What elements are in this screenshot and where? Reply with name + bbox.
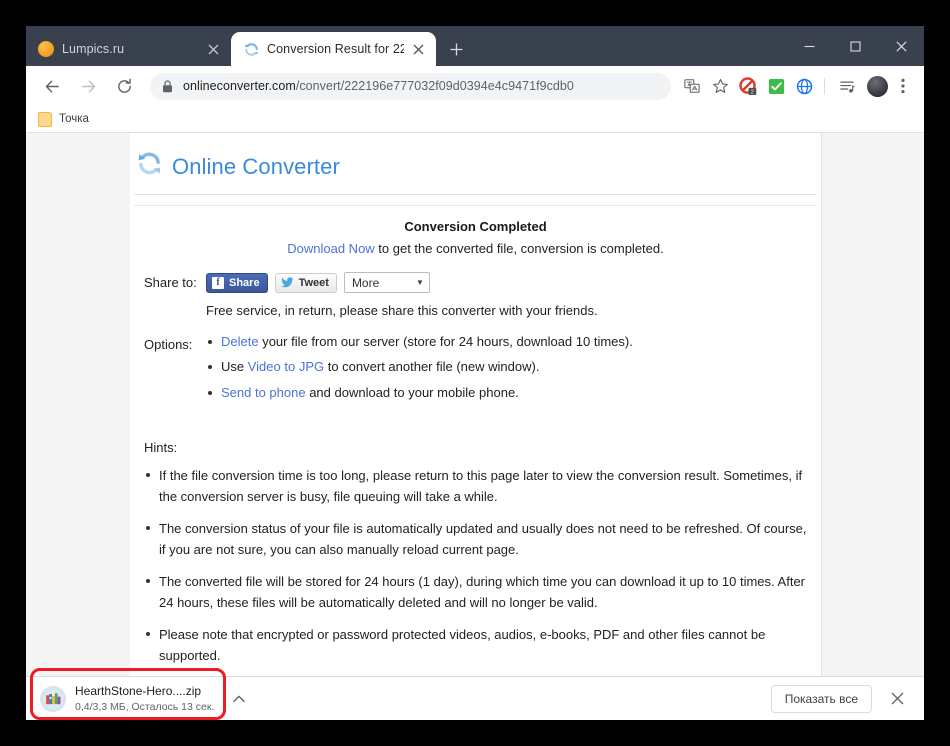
chevron-down-icon: ▼ (416, 278, 424, 287)
orange-dot-favicon-icon (38, 41, 54, 57)
window-controls (786, 26, 924, 66)
page-title: Conversion Completed (404, 219, 547, 234)
site-brand[interactable]: Online Converter (130, 133, 821, 194)
checkmark-extension-icon[interactable] (763, 73, 789, 99)
maximize-button[interactable] (832, 26, 878, 66)
download-text: HearthStone-Hero....zip 0,4/3,3 МБ, Оста… (75, 684, 214, 714)
page-viewport: Online Converter Conversion Completed Do… (26, 133, 924, 676)
address-bar[interactable]: onlineconverter.com/convert/222196e77703… (150, 72, 671, 100)
forward-icon[interactable] (73, 71, 103, 101)
options-row: Options: Delete your file from our serve… (144, 334, 807, 410)
shelf-right-controls: Показать все (770, 684, 910, 713)
close-shelf-icon[interactable] (884, 686, 910, 712)
content-card: Online Converter Conversion Completed Do… (130, 133, 822, 676)
translate-icon[interactable] (679, 73, 705, 99)
list-item: If the file conversion time is too long,… (144, 465, 807, 507)
profile-avatar[interactable] (867, 75, 888, 97)
list-item: The converted file will be stored for 24… (144, 571, 807, 613)
facebook-share-label: Share (229, 276, 260, 289)
facebook-icon: f (212, 276, 224, 289)
download-status: 0,4/3,3 МБ, Осталось 13 сек. (75, 700, 215, 713)
video-to-jpg-link[interactable]: Video to JPG (248, 359, 324, 374)
delete-file-link[interactable]: Delete (221, 334, 259, 349)
more-share-value: More (351, 275, 380, 290)
page-body: Conversion Completed Download Now to get… (130, 219, 821, 676)
url-path: /convert/222196e777032f09d0394e4c9471f9c… (295, 79, 574, 93)
download-line-rest: to get the converted file, conversion is… (374, 241, 664, 256)
tab-close-icon[interactable] (410, 41, 426, 57)
hints-label: Hints: (144, 439, 178, 455)
folder-icon (38, 111, 52, 127)
list-item: Delete your file from our server (store … (206, 334, 807, 350)
list-item: Send to phone and download to your mobil… (206, 385, 807, 401)
online-converter-favicon-icon (243, 41, 259, 57)
tab-lumpics[interactable]: Lumpics.ru (26, 32, 231, 66)
bookmark-star-icon[interactable] (707, 73, 733, 99)
close-button[interactable] (878, 26, 924, 66)
option-after: and download to your mobile phone. (305, 384, 519, 400)
show-all-downloads-button[interactable]: Показать все (770, 684, 872, 713)
browser-window: Lumpics.ru Conversion Result for 222196e… (26, 26, 924, 720)
new-tab-button[interactable] (442, 35, 470, 63)
zip-archive-icon (40, 685, 66, 712)
facebook-share-button[interactable]: f Share (206, 272, 268, 293)
tab-strip: Lumpics.ru Conversion Result for 222196e… (26, 26, 924, 66)
three-dot-menu-icon[interactable] (890, 73, 916, 99)
download-file-name: HearthStone-Hero....zip (75, 683, 202, 698)
download-item[interactable]: HearthStone-Hero....zip 0,4/3,3 МБ, Оста… (34, 680, 254, 718)
twitter-tweet-button[interactable]: Tweet (274, 272, 337, 293)
reading-list-icon[interactable] (834, 73, 860, 99)
share-label: Share to: (144, 275, 197, 290)
twitter-bird-icon (280, 277, 294, 288)
download-shelf: HearthStone-Hero....zip 0,4/3,3 МБ, Оста… (26, 676, 924, 720)
options-list: Delete your file from our server (store … (206, 334, 807, 401)
download-line: Download Now to get the converted file, … (144, 241, 807, 256)
browser-toolbar: onlineconverter.com/convert/222196e77703… (26, 66, 924, 106)
list-item: The conversion status of your file is au… (144, 518, 807, 560)
download-now-link[interactable]: Download Now (287, 241, 374, 256)
send-to-phone-link[interactable]: Send to phone (221, 385, 306, 400)
site-brand-name: Online Converter (172, 153, 340, 179)
tab-conversion-result[interactable]: Conversion Result for 222196e77 (231, 32, 436, 66)
share-note: Free service, in return, please share th… (206, 303, 598, 318)
bookmark-label: Точка (59, 113, 89, 125)
bookmark-item[interactable]: Точка (38, 111, 89, 127)
share-buttons: f Share Tweet More ▼ (206, 272, 807, 293)
divider (134, 194, 817, 195)
option-after: your file from our server (store for 24 … (258, 334, 633, 349)
hints-list: If the file conversion time is too long,… (144, 465, 807, 666)
share-row: Share to: f Share Tweet More ▼ Free serv… (144, 272, 807, 318)
padlock-icon (162, 79, 173, 93)
reload-icon[interactable] (109, 71, 139, 101)
tab-title: Lumpics.ru (62, 42, 125, 56)
options-label: Options: (144, 337, 193, 352)
adblock-extension-icon[interactable]: 2 (735, 73, 761, 99)
list-item: Use Video to JPG to convert another file… (206, 359, 807, 375)
url-text: onlineconverter.com/convert/222196e77703… (183, 79, 574, 93)
option-after: to convert another file (new window). (324, 359, 540, 375)
chevron-up-icon[interactable] (228, 688, 250, 710)
minimize-button[interactable] (786, 26, 832, 66)
more-share-select[interactable]: More ▼ (343, 272, 430, 293)
tab-close-icon[interactable] (205, 41, 221, 57)
tweet-label: Tweet (298, 276, 329, 289)
url-host: onlineconverter.com (183, 79, 296, 93)
tab-title: Conversion Result for 222196e77 (267, 42, 404, 56)
back-icon[interactable] (37, 71, 67, 101)
divider (134, 205, 817, 206)
toolbar-divider (824, 77, 825, 95)
bookmarks-bar: Точка (26, 106, 924, 133)
list-item: Please note that encrypted or password p… (144, 624, 807, 666)
svg-text:2: 2 (750, 89, 753, 95)
option-before: Use (221, 359, 248, 375)
globe-extension-icon[interactable] (791, 73, 817, 99)
refresh-arrows-logo-icon (136, 151, 163, 182)
